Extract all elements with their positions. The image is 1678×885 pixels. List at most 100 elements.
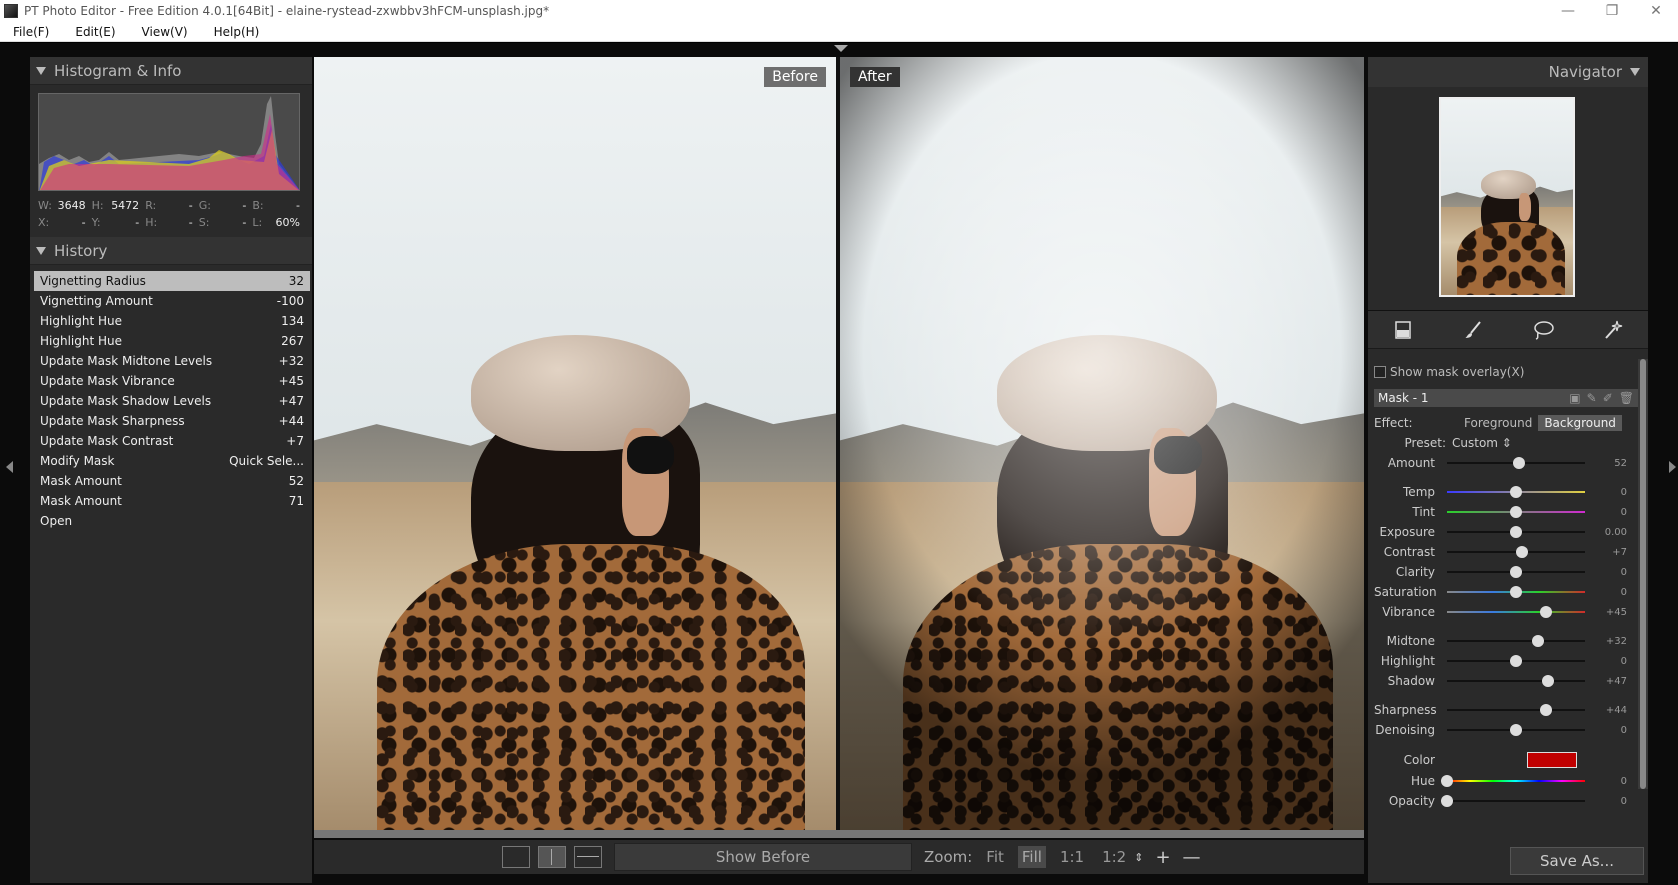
navigator-header[interactable]: Navigator	[1368, 57, 1648, 87]
shadow-slider[interactable]	[1447, 675, 1585, 687]
menu-edit[interactable]: Edit(E)	[62, 25, 128, 39]
image-canvas[interactable]: Before After	[314, 57, 1364, 838]
history-item[interactable]: Open	[34, 511, 310, 531]
gradient-mask-icon[interactable]	[1392, 319, 1414, 341]
slider-thumb[interactable]	[1540, 704, 1553, 716]
horizontal-scrollbar[interactable]	[314, 830, 1364, 838]
history-item[interactable]: Mask Amount 71	[34, 491, 310, 511]
top-bottom-view-button[interactable]	[574, 846, 602, 868]
histogram-panel-header[interactable]: Histogram & Info	[30, 57, 312, 85]
single-view-button[interactable]	[502, 846, 530, 868]
vibrance-slider[interactable]	[1447, 606, 1585, 618]
saturation-slider[interactable]	[1447, 586, 1585, 598]
contrast-slider[interactable]	[1447, 546, 1585, 558]
history-item[interactable]: Mask Amount 52	[34, 471, 310, 491]
slider-thumb[interactable]	[1510, 586, 1522, 598]
highlight-slider[interactable]	[1447, 655, 1585, 667]
slider-thumb[interactable]	[1512, 457, 1525, 469]
info-value: -	[135, 216, 140, 229]
slider-thumb[interactable]	[1510, 526, 1522, 538]
slider-thumb[interactable]	[1532, 635, 1545, 647]
sharpness-slider-row: Sharpness +44	[1374, 700, 1642, 720]
minimize-button[interactable]: —	[1546, 0, 1590, 22]
navigator-thumbnail[interactable]	[1439, 97, 1575, 297]
temp-slider[interactable]	[1447, 486, 1585, 498]
mask-list-item[interactable]: Mask - 1 ▣ ✎ ✐ 🗑	[1374, 389, 1638, 407]
expand-triangle-icon	[1630, 68, 1640, 76]
show-mask-overlay-checkbox[interactable]	[1374, 366, 1386, 378]
menu-help[interactable]: Help(H)	[201, 25, 273, 39]
vibrance-slider-row: Vibrance +45	[1374, 602, 1642, 622]
effect-foreground-button[interactable]: Foreground	[1458, 415, 1538, 431]
save-as-button[interactable]: Save As...	[1510, 847, 1644, 875]
after-image[interactable]: After	[840, 57, 1364, 830]
color-swatch[interactable]	[1527, 752, 1577, 768]
preset-select[interactable]: Custom ⇕	[1452, 436, 1512, 450]
denoising-slider[interactable]	[1447, 724, 1585, 736]
history-panel-header[interactable]: History	[30, 237, 312, 265]
hue-slider[interactable]	[1441, 775, 1585, 787]
slider-thumb[interactable]	[1510, 655, 1522, 667]
history-item[interactable]: Update Mask Contrast +7	[34, 431, 310, 451]
midtone-slider[interactable]	[1447, 635, 1585, 647]
edit-mask-icon[interactable]: ✎	[1587, 391, 1597, 405]
slider-thumb[interactable]	[1510, 486, 1522, 498]
menu-file[interactable]: File(F)	[0, 25, 62, 39]
history-item[interactable]: Highlight Hue 134	[34, 311, 310, 331]
history-item-name: Update Mask Contrast	[40, 434, 174, 448]
history-item[interactable]: Update Mask Shadow Levels +47	[34, 391, 310, 411]
history-item[interactable]: Vignetting Radius 32	[34, 271, 310, 291]
history-item[interactable]: Modify Mask Quick Sele...	[34, 451, 310, 471]
slider-thumb[interactable]	[1540, 606, 1553, 618]
amount-slider[interactable]	[1447, 457, 1585, 469]
zoom-fit-button[interactable]: Fit	[982, 846, 1008, 868]
brush-icon[interactable]	[1462, 319, 1484, 341]
mask-actions: ▣ ✎ ✐ 🗑	[1569, 391, 1634, 405]
slider-thumb[interactable]	[1510, 566, 1522, 578]
opacity-slider[interactable]	[1441, 795, 1585, 807]
zoom-out-button[interactable]: —	[1183, 847, 1201, 868]
tint-slider[interactable]	[1447, 506, 1585, 518]
side-by-side-view-button[interactable]	[538, 846, 566, 868]
app-icon	[4, 4, 18, 18]
mask-toggle-icon[interactable]: ▣	[1569, 391, 1580, 405]
history-item-value: 267	[281, 334, 304, 348]
lasso-icon[interactable]	[1532, 319, 1554, 341]
close-button[interactable]: ✕	[1634, 0, 1678, 22]
clarity-slider[interactable]	[1447, 566, 1585, 578]
history-item[interactable]: Highlight Hue 267	[34, 331, 310, 351]
sharpness-slider[interactable]	[1447, 704, 1585, 716]
exposure-slider[interactable]	[1447, 526, 1585, 538]
history-item[interactable]: Vignetting Amount -100	[34, 291, 310, 311]
left-panel: Histogram & Info W: 3648 H: 5472 R: - G:…	[30, 57, 312, 883]
delete-mask-icon[interactable]: 🗑	[1619, 391, 1634, 405]
slider-thumb[interactable]	[1541, 675, 1554, 687]
effect-background-button[interactable]: Background	[1538, 415, 1622, 431]
history-item[interactable]: Update Mask Vibrance +45	[34, 371, 310, 391]
slider-thumb[interactable]	[1441, 795, 1453, 807]
history-item[interactable]: Update Mask Midtone Levels +32	[34, 351, 310, 371]
rename-mask-icon[interactable]: ✐	[1603, 391, 1613, 405]
collapse-left-panel-icon[interactable]	[6, 461, 13, 473]
zoom-stepper-icon[interactable]: ⇕	[1134, 851, 1143, 864]
zoom-in-button[interactable]: +	[1155, 847, 1170, 868]
show-mask-overlay-row[interactable]: Show mask overlay(X)	[1374, 361, 1642, 383]
zoom-fill-button[interactable]: Fill	[1017, 846, 1046, 868]
zoom-1-1-button[interactable]: 1:1	[1056, 846, 1088, 868]
before-image[interactable]: Before	[314, 57, 836, 830]
magic-wand-icon[interactable]	[1602, 319, 1624, 341]
collapse-top-panel-icon[interactable]	[834, 45, 848, 52]
slider-thumb[interactable]	[1510, 506, 1522, 518]
right-panel-scrollbar[interactable]	[1638, 359, 1648, 789]
slider-thumb[interactable]	[1441, 775, 1453, 787]
menu-view[interactable]: View(V)	[129, 25, 201, 39]
zoom-1-2-button[interactable]: 1:2	[1098, 846, 1130, 868]
show-before-button[interactable]: Show Before	[614, 843, 912, 871]
restore-button[interactable]: ❐	[1590, 0, 1634, 22]
slider-label: Saturation	[1374, 585, 1437, 599]
slider-thumb[interactable]	[1515, 546, 1528, 558]
slider-thumb[interactable]	[1510, 724, 1522, 736]
scrollbar-thumb[interactable]	[1640, 359, 1646, 789]
collapse-right-panel-icon[interactable]	[1669, 461, 1676, 473]
history-item[interactable]: Update Mask Sharpness +44	[34, 411, 310, 431]
